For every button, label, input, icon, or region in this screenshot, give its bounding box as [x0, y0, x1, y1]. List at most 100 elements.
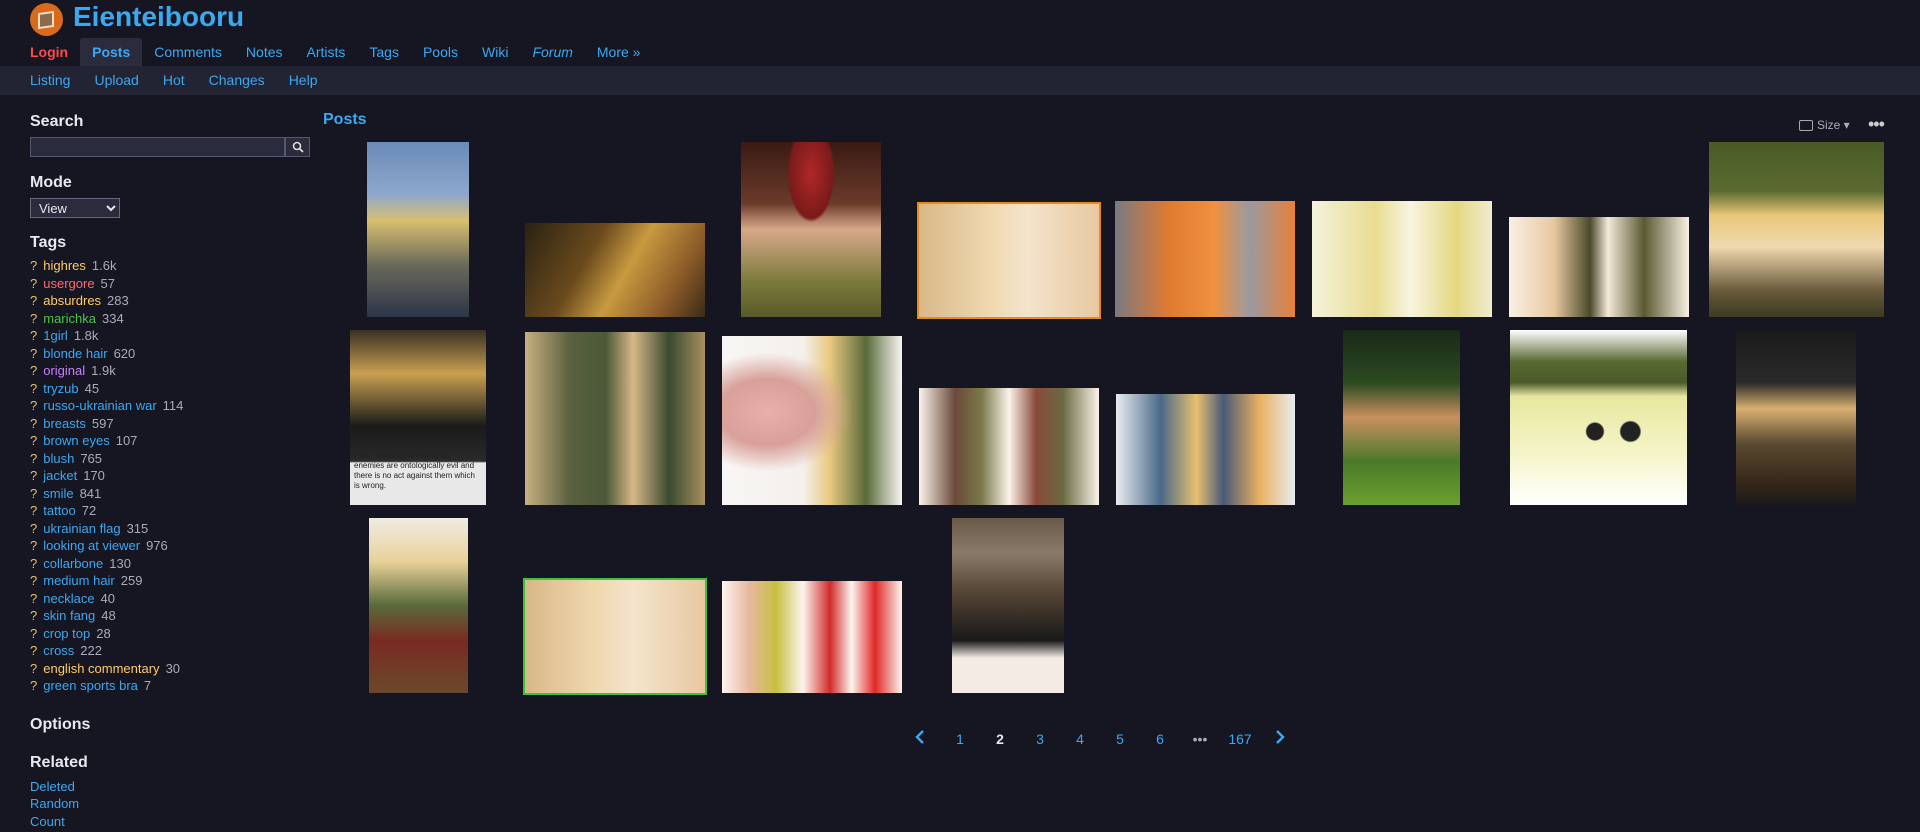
tag-wiki-link[interactable]: ?: [30, 363, 37, 378]
tag-link[interactable]: skin fang: [43, 608, 95, 623]
post-thumbnail[interactable]: [525, 332, 705, 505]
tag-wiki-link[interactable]: ?: [30, 608, 37, 623]
nav-pools[interactable]: Pools: [411, 38, 470, 66]
post-thumbnail[interactable]: [1312, 201, 1492, 317]
nav-tags[interactable]: Tags: [357, 38, 411, 66]
tag-wiki-link[interactable]: ?: [30, 678, 37, 693]
tag-wiki-link[interactable]: ?: [30, 276, 37, 291]
tag-wiki-link[interactable]: ?: [30, 381, 37, 396]
tag-link[interactable]: blush: [43, 451, 74, 466]
tag-link[interactable]: tryzub: [43, 381, 78, 396]
post-thumbnail[interactable]: [1509, 217, 1689, 317]
post-thumbnail[interactable]: How I wake up knowing my enemies are ont…: [350, 330, 486, 505]
options-heading[interactable]: Options: [30, 716, 312, 734]
tag-wiki-link[interactable]: ?: [30, 521, 37, 536]
tag-wiki-link[interactable]: ?: [30, 398, 37, 413]
site-name[interactable]: Eienteibooru: [73, 1, 244, 33]
mode-select[interactable]: View: [30, 198, 120, 218]
post-thumbnail[interactable]: [1510, 330, 1687, 505]
tag-wiki-link[interactable]: ?: [30, 346, 37, 361]
tag-wiki-link[interactable]: ?: [30, 503, 37, 518]
post-thumbnail[interactable]: [1115, 201, 1295, 317]
tag-wiki-link[interactable]: ?: [30, 643, 37, 658]
tag-link[interactable]: looking at viewer: [43, 538, 140, 553]
tag-link[interactable]: jacket: [43, 468, 77, 483]
post-thumbnail[interactable]: [1736, 330, 1856, 505]
pager-page-1[interactable]: 1: [940, 731, 980, 747]
post-thumbnail[interactable]: [1709, 142, 1884, 317]
post-thumbnail[interactable]: [919, 388, 1099, 505]
more-options-icon[interactable]: •••: [1868, 114, 1885, 135]
tag-link[interactable]: usergore: [43, 276, 94, 291]
pager-prev-icon[interactable]: [900, 730, 940, 747]
tag-wiki-link[interactable]: ?: [30, 416, 37, 431]
tag-wiki-link[interactable]: ?: [30, 661, 37, 676]
tag-link[interactable]: green sports bra: [43, 678, 138, 693]
tag-wiki-link[interactable]: ?: [30, 538, 37, 553]
pager-next-icon[interactable]: [1260, 730, 1300, 747]
tag-link[interactable]: marichka: [43, 311, 96, 326]
post-thumbnail[interactable]: [741, 142, 881, 317]
subnav-hot[interactable]: Hot: [151, 66, 197, 95]
nav-wiki[interactable]: Wiki: [470, 38, 520, 66]
post-thumbnail[interactable]: [367, 142, 469, 317]
tag-link[interactable]: breasts: [43, 416, 86, 431]
subnav-help[interactable]: Help: [277, 66, 330, 95]
tag-wiki-link[interactable]: ?: [30, 311, 37, 326]
tag-link[interactable]: brown eyes: [43, 433, 109, 448]
tag-wiki-link[interactable]: ?: [30, 556, 37, 571]
tag-link[interactable]: russo-ukrainian war: [43, 398, 156, 413]
site-logo-icon[interactable]: [30, 3, 63, 36]
tag-link[interactable]: blonde hair: [43, 346, 107, 361]
tag-link[interactable]: original: [43, 363, 85, 378]
tag-link[interactable]: english commentary: [43, 661, 159, 676]
nav-more[interactable]: More »: [585, 38, 653, 66]
related-deleted-link[interactable]: Deleted: [30, 778, 312, 796]
tag-wiki-link[interactable]: ?: [30, 328, 37, 343]
pager-page-6[interactable]: 6: [1140, 731, 1180, 747]
related-count-link[interactable]: Count: [30, 813, 312, 831]
pager-page-4[interactable]: 4: [1060, 731, 1100, 747]
post-thumbnail[interactable]: [952, 518, 1064, 693]
tag-wiki-link[interactable]: ?: [30, 573, 37, 588]
tag-link[interactable]: 1girl: [43, 328, 68, 343]
tag-link[interactable]: ukrainian flag: [43, 521, 120, 536]
post-thumbnail[interactable]: [369, 518, 468, 693]
subnav-upload[interactable]: Upload: [82, 66, 150, 95]
tag-link[interactable]: crop top: [43, 626, 90, 641]
nav-posts[interactable]: Posts: [80, 38, 143, 66]
post-thumbnail[interactable]: [917, 202, 1101, 319]
post-thumbnail[interactable]: [722, 581, 902, 693]
size-control[interactable]: Size ▾: [1799, 118, 1850, 132]
tag-wiki-link[interactable]: ?: [30, 591, 37, 606]
pager-page-last[interactable]: 167: [1220, 731, 1260, 747]
nav-login[interactable]: Login: [18, 38, 80, 66]
nav-comments[interactable]: Comments: [142, 38, 234, 66]
post-thumbnail[interactable]: [525, 223, 705, 317]
subnav-changes[interactable]: Changes: [197, 66, 277, 95]
tag-link[interactable]: collarbone: [43, 556, 103, 571]
tag-wiki-link[interactable]: ?: [30, 293, 37, 308]
post-thumbnail[interactable]: [523, 578, 707, 695]
tag-wiki-link[interactable]: ?: [30, 258, 37, 273]
tag-link[interactable]: absurdres: [43, 293, 101, 308]
post-thumbnail[interactable]: [1343, 330, 1460, 505]
tag-link[interactable]: tattoo: [43, 503, 76, 518]
tag-link[interactable]: highres: [43, 258, 86, 273]
nav-forum[interactable]: Forum: [520, 38, 584, 66]
tag-link[interactable]: medium hair: [43, 573, 115, 588]
search-button[interactable]: [285, 137, 310, 157]
search-input[interactable]: [30, 137, 285, 157]
post-thumbnail[interactable]: [722, 336, 902, 505]
tag-wiki-link[interactable]: ?: [30, 626, 37, 641]
tag-wiki-link[interactable]: ?: [30, 486, 37, 501]
related-random-link[interactable]: Random: [30, 795, 312, 813]
tag-wiki-link[interactable]: ?: [30, 433, 37, 448]
tag-link[interactable]: cross: [43, 643, 74, 658]
subnav-listing[interactable]: Listing: [18, 66, 82, 95]
tag-link[interactable]: smile: [43, 486, 73, 501]
tag-wiki-link[interactable]: ?: [30, 451, 37, 466]
tag-link[interactable]: necklace: [43, 591, 94, 606]
nav-artists[interactable]: Artists: [295, 38, 358, 66]
pager-page-5[interactable]: 5: [1100, 731, 1140, 747]
